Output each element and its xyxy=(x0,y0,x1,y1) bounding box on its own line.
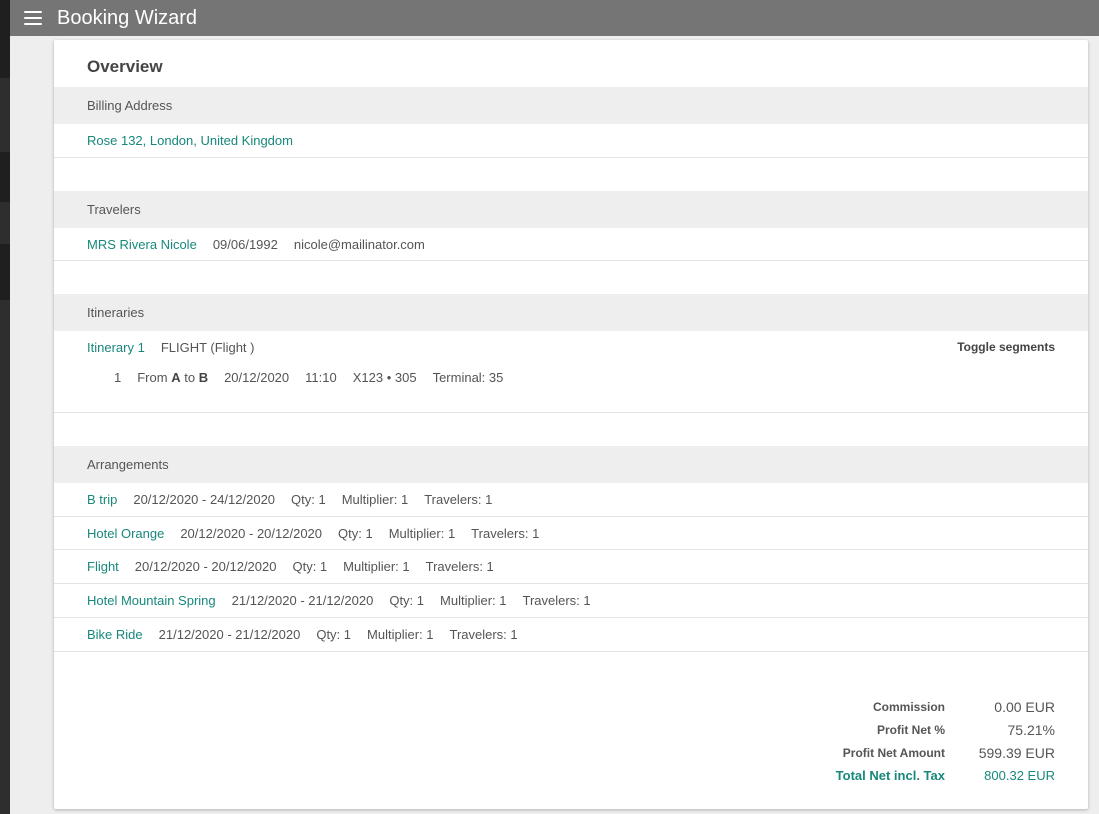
arrangement-qty: Qty: 1 xyxy=(338,525,373,541)
segment-to-label: to xyxy=(184,370,196,385)
travelers-section-header: Travelers xyxy=(54,191,1088,228)
arrangement-row: B trip 20/12/2020 - 24/12/2020 Qty: 1 Mu… xyxy=(54,483,1088,517)
traveler-row: MRS Rivera Nicole 09/06/1992 nicole@mail… xyxy=(54,228,1088,261)
itineraries-section-header: Itineraries xyxy=(54,294,1088,331)
segment-to: B xyxy=(198,370,209,385)
arrangement-qty: Qty: 1 xyxy=(291,492,326,507)
profit-amount-value: 599.39 EUR xyxy=(978,744,1055,761)
app-title: Booking Wizard xyxy=(57,6,198,29)
arrangement-dates: 21/12/2020 - 21/12/2020 xyxy=(158,627,301,642)
traveler-name-link[interactable]: MRS Rivera Nicole xyxy=(87,237,197,252)
left-edge-segment xyxy=(0,0,10,78)
left-edge-panel xyxy=(0,0,10,814)
segment-route: From A to B xyxy=(137,370,208,385)
traveler-email: nicole@mailinator.com xyxy=(293,236,425,252)
profit-amount-row: Profit Net Amount 599.39 EUR xyxy=(785,741,1055,764)
overview-card: Overview Billing Address Rose 132, Londo… xyxy=(54,40,1088,809)
profit-amount-label: Profit Net Amount xyxy=(842,745,945,760)
travelers-heading: Travelers xyxy=(87,202,141,217)
arrangement-travelers: Travelers: 1 xyxy=(522,593,591,608)
itineraries-heading: Itineraries xyxy=(87,305,145,320)
arrangement-travelers: Travelers: 1 xyxy=(471,525,540,541)
arrangement-dates: 20/12/2020 - 24/12/2020 xyxy=(133,492,276,507)
total-value: 800.32 EUR xyxy=(984,768,1055,783)
billing-address-row: Rose 132, London, United Kingdom xyxy=(54,124,1088,158)
segment-date: 20/12/2020 xyxy=(224,370,290,385)
profit-pct-value: 75.21% xyxy=(1007,721,1055,738)
arrangement-qty: Qty: 1 xyxy=(292,559,328,574)
arrangement-qty: Qty: 1 xyxy=(316,627,352,642)
arrangements-heading: Arrangements xyxy=(87,457,169,472)
arrangement-row: Bike Ride 21/12/2020 - 21/12/2020 Qty: 1… xyxy=(54,618,1088,652)
arrangement-name-link[interactable]: Hotel Mountain Spring xyxy=(87,593,216,608)
arrangement-name-link[interactable]: Flight xyxy=(87,559,119,574)
commission-label: Commission xyxy=(872,699,945,714)
arrangement-multiplier: Multiplier: 1 xyxy=(388,525,456,541)
arrangement-multiplier: Multiplier: 1 xyxy=(343,559,410,574)
page-title: Overview xyxy=(87,57,163,76)
arrangement-name-link[interactable]: B trip xyxy=(87,492,117,507)
left-edge-segment xyxy=(0,152,10,202)
hamburger-menu-icon[interactable] xyxy=(24,11,42,25)
arrangement-travelers: Travelers: 1 xyxy=(449,627,518,642)
segment-flight-number: X123 • 305 xyxy=(352,370,417,385)
left-edge-segment xyxy=(0,244,10,300)
profit-pct-label: Profit Net % xyxy=(876,722,945,737)
itinerary-type: FLIGHT (Flight ) xyxy=(160,340,255,355)
total-label: Total Net incl. Tax xyxy=(835,768,945,783)
arrangement-row: Flight 20/12/2020 - 20/12/2020 Qty: 1 Mu… xyxy=(54,550,1088,584)
arrangement-row: Hotel Orange 20/12/2020 - 20/12/2020 Qty… xyxy=(54,517,1088,550)
arrangement-multiplier: Multiplier: 1 xyxy=(341,492,409,507)
arrangements-section-header: Arrangements xyxy=(54,446,1088,483)
arrangement-dates: 20/12/2020 - 20/12/2020 xyxy=(180,525,323,541)
arrangement-dates: 21/12/2020 - 21/12/2020 xyxy=(231,593,374,608)
billing-heading: Billing Address xyxy=(87,98,173,113)
arrangement-row: Hotel Mountain Spring 21/12/2020 - 21/12… xyxy=(54,584,1088,618)
arrangement-travelers: Travelers: 1 xyxy=(424,492,493,507)
segment-from-label: From xyxy=(137,370,168,385)
app-header: Booking Wizard xyxy=(10,0,1099,36)
commission-value: 0.00 EUR xyxy=(994,698,1055,715)
itinerary-segment-row: 1 From A to B 20/12/2020 11:10 X123 • 30… xyxy=(114,370,503,385)
arrangement-multiplier: Multiplier: 1 xyxy=(367,627,434,642)
toggle-segments-button[interactable]: Toggle segments xyxy=(957,340,1055,354)
arrangement-name-link[interactable]: Bike Ride xyxy=(87,627,143,642)
itinerary-name-link[interactable]: Itinerary 1 xyxy=(87,340,145,355)
arrangement-multiplier: Multiplier: 1 xyxy=(440,593,507,608)
totals-summary: Commission 0.00 EUR Profit Net % 75.21% … xyxy=(785,695,1055,787)
segment-time: 11:10 xyxy=(305,370,337,385)
segment-terminal: Terminal: 35 xyxy=(432,370,504,385)
profit-pct-row: Profit Net % 75.21% xyxy=(785,718,1055,741)
segment-from: A xyxy=(171,370,181,385)
arrangement-name-link[interactable]: Hotel Orange xyxy=(87,526,164,541)
billing-address-link[interactable]: Rose 132, London, United Kingdom xyxy=(87,133,293,148)
arrangement-travelers: Travelers: 1 xyxy=(425,559,494,574)
arrangement-qty: Qty: 1 xyxy=(389,593,425,608)
traveler-dob: 09/06/1992 xyxy=(212,236,278,252)
arrangement-dates: 20/12/2020 - 20/12/2020 xyxy=(134,559,277,574)
billing-section-header: Billing Address xyxy=(54,87,1088,124)
segment-index: 1 xyxy=(114,370,122,385)
commission-row: Commission 0.00 EUR xyxy=(785,695,1055,718)
total-row: Total Net incl. Tax 800.32 EUR xyxy=(785,764,1055,787)
